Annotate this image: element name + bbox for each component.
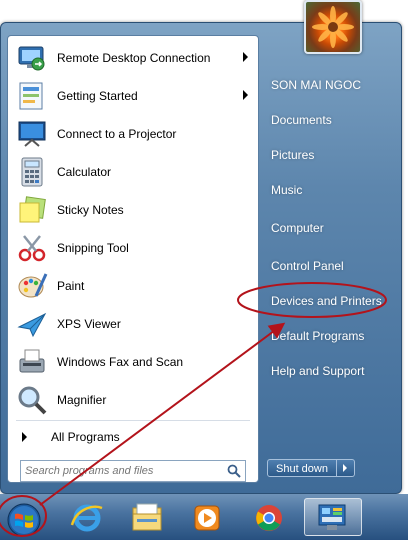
start-menu: Remote Desktop Connection Getting Starte…: [0, 22, 402, 494]
program-windows-fax-and-scan[interactable]: Windows Fax and Scan: [10, 344, 256, 380]
control-panel-link[interactable]: Control Panel: [263, 254, 389, 278]
calculator-icon: [16, 156, 48, 188]
taskbar-media-player[interactable]: [178, 498, 236, 536]
program-remote-desktop-connection[interactable]: Remote Desktop Connection: [10, 40, 256, 76]
internet-explorer-icon: [70, 504, 103, 532]
taskbar: [0, 494, 408, 540]
places-pane: SON MAI NGOC Documents Pictures Music Co…: [259, 63, 399, 483]
program-getting-started[interactable]: Getting Started: [10, 78, 256, 114]
devices-and-printers-link[interactable]: Devices and Printers: [263, 289, 389, 313]
program-label: Connect to a Projector: [57, 127, 177, 141]
user-picture[interactable]: [304, 0, 362, 54]
program-label: Windows Fax and Scan: [57, 355, 184, 369]
taskbar-internet-explorer[interactable]: [58, 498, 116, 536]
computer-link[interactable]: Computer: [263, 216, 389, 240]
program-paint[interactable]: Paint: [10, 268, 256, 304]
program-sticky-notes[interactable]: Sticky Notes: [10, 192, 256, 228]
documents-link[interactable]: Documents: [263, 108, 389, 132]
program-calculator[interactable]: Calculator: [10, 154, 256, 190]
submenu-arrow-icon[interactable]: [243, 90, 248, 100]
programs-pane: Remote Desktop Connection Getting Starte…: [7, 35, 259, 483]
fax-icon: [16, 346, 48, 378]
program-label: Magnifier: [57, 393, 107, 407]
remote-desktop-icon: [16, 42, 48, 74]
search-icon[interactable]: [227, 464, 241, 478]
control-panel-icon: [318, 504, 346, 530]
search-input[interactable]: [25, 463, 215, 479]
magnifier-icon: [16, 384, 48, 416]
all-programs-label: All Programs: [51, 430, 120, 444]
program-label: Remote Desktop Connection: [57, 51, 211, 65]
paint-palette-icon: [16, 270, 48, 302]
program-label: Calculator: [57, 165, 112, 179]
taskbar-control-panel[interactable]: [304, 498, 362, 536]
program-magnifier[interactable]: Magnifier: [10, 382, 256, 418]
chrome-icon: [256, 505, 282, 531]
sticky-notes-icon: [16, 194, 48, 226]
program-xps-viewer[interactable]: XPS Viewer: [10, 306, 256, 342]
program-connect-to-projector[interactable]: Connect to a Projector: [10, 116, 256, 152]
program-label: Sticky Notes: [57, 203, 124, 217]
start-button[interactable]: [4, 502, 44, 538]
submenu-arrow-icon[interactable]: [243, 52, 248, 62]
default-programs-link[interactable]: Default Programs: [263, 324, 389, 348]
media-player-icon: [194, 505, 220, 531]
all-programs-button[interactable]: All Programs: [10, 424, 256, 450]
shutdown-group: Shut down: [267, 459, 357, 477]
program-label: XPS Viewer: [57, 317, 121, 331]
shutdown-options-button[interactable]: [337, 459, 355, 477]
music-link[interactable]: Music: [263, 178, 389, 202]
shutdown-button[interactable]: Shut down: [267, 459, 337, 477]
scissors-icon: [16, 232, 48, 264]
program-label: Snipping Tool: [57, 241, 129, 255]
taskbar-chrome[interactable]: [240, 498, 298, 536]
program-label: Getting Started: [57, 89, 138, 103]
taskbar-file-explorer[interactable]: [118, 498, 176, 536]
program-label: Paint: [57, 279, 85, 293]
pictures-link[interactable]: Pictures: [263, 143, 389, 167]
search-box[interactable]: [20, 460, 246, 482]
user-name-link[interactable]: SON MAI NGOC: [263, 73, 389, 97]
start-orb-icon: [7, 503, 41, 537]
file-explorer-icon: [132, 503, 162, 531]
projector-icon: [16, 118, 48, 150]
program-snipping-tool[interactable]: Snipping Tool: [10, 230, 256, 266]
xps-viewer-icon: [16, 308, 48, 340]
help-and-support-link[interactable]: Help and Support: [263, 359, 389, 383]
divider: [16, 420, 250, 421]
getting-started-icon: [16, 80, 48, 112]
expand-arrow-icon: [22, 432, 27, 442]
